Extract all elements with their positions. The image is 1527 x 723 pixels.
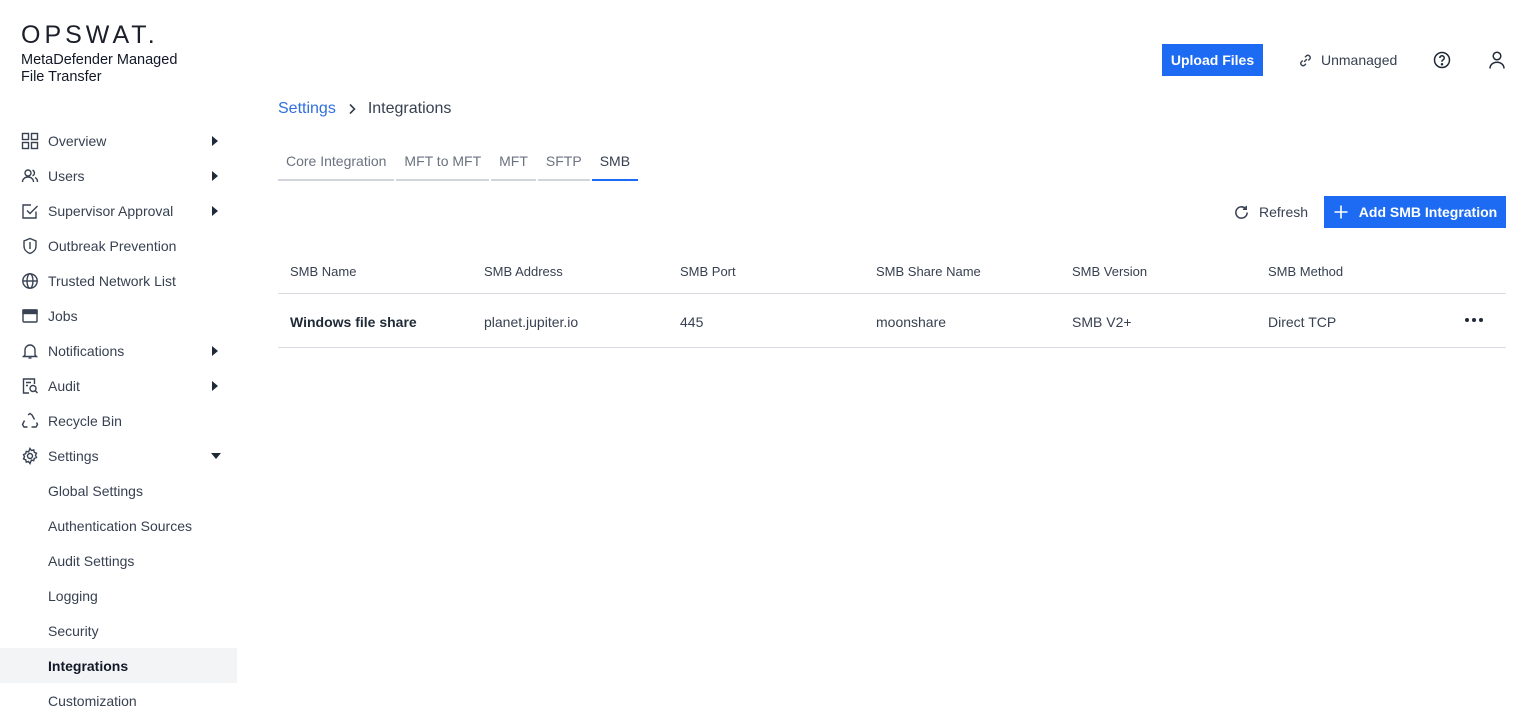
add-smb-integration-label: Add SMB Integration — [1358, 204, 1498, 220]
upload-files-button[interactable]: Upload Files — [1162, 44, 1263, 76]
sidebar-item-label: Settings — [48, 448, 99, 464]
grid-icon — [21, 132, 39, 150]
cell-smb-name: Windows file share — [290, 314, 417, 330]
sidebar-item-settings[interactable]: Settings — [0, 438, 237, 473]
product-name: MetaDefender Managed File Transfer — [21, 52, 221, 86]
cell-smb-share-name: moonshare — [876, 314, 947, 330]
audit-icon — [22, 378, 38, 394]
table-header: SMB Name SMB Address SMB Port SMB Share … — [278, 250, 1506, 294]
sidebar-item-supervisor-approval[interactable]: Supervisor Approval — [0, 193, 237, 228]
refresh-icon — [1235, 205, 1248, 219]
column-header-smb-share-name[interactable]: SMB Share Name — [876, 264, 981, 279]
sidebar-subitem-integrations[interactable]: Integrations — [0, 648, 237, 683]
add-smb-integration-button[interactable]: Add SMB Integration — [1324, 196, 1506, 228]
caret-right-icon — [212, 136, 218, 146]
plus-icon — [1334, 205, 1348, 219]
sidebar-item-label: Outbreak Prevention — [48, 238, 177, 254]
sidebar-subitem-customization[interactable]: Customization — [0, 683, 237, 718]
column-header-smb-version[interactable]: SMB Version — [1072, 264, 1147, 279]
gear-icon — [22, 447, 38, 465]
bell-icon — [21, 344, 39, 359]
tab-mft[interactable]: MFT — [491, 150, 536, 181]
unmanaged-label: Unmanaged — [1321, 52, 1398, 68]
sidebar-subitem-security[interactable]: Security — [0, 613, 237, 648]
breadcrumb: Settings Integrations — [278, 100, 451, 118]
chevron-right-icon — [349, 103, 356, 115]
breadcrumb-settings-link[interactable]: Settings — [278, 100, 336, 118]
sidebar-subitem-label: Global Settings — [48, 483, 143, 499]
sidebar-nav: Overview Users Supervisor Approval Outbr… — [0, 123, 237, 718]
tab-mft-to-mft[interactable]: MFT to MFT — [396, 150, 490, 181]
sidebar-item-jobs[interactable]: Jobs — [0, 298, 237, 333]
sidebar-item-label: Users — [48, 168, 85, 184]
cell-smb-version: SMB V2+ — [1072, 314, 1132, 330]
shield-icon — [23, 237, 37, 255]
table-row[interactable]: Windows file share planet.jupiter.io 445… — [278, 294, 1506, 348]
sidebar-subitem-label: Security — [48, 623, 99, 639]
sidebar-item-label: Jobs — [48, 308, 78, 324]
sidebar-item-audit[interactable]: Audit — [0, 368, 237, 403]
opswat-logo[interactable]: OPSWAT. — [21, 22, 159, 48]
sidebar-subitem-label: Audit Settings — [48, 553, 135, 569]
sidebar-item-label: Supervisor Approval — [48, 203, 174, 219]
sidebar-subitem-audit-settings[interactable]: Audit Settings — [0, 543, 237, 578]
sidebar-item-label: Recycle Bin — [48, 413, 122, 429]
user-icon[interactable] — [1487, 50, 1507, 70]
cell-smb-method: Direct TCP — [1268, 314, 1337, 330]
cell-smb-address: planet.jupiter.io — [484, 314, 579, 330]
caret-right-icon — [212, 346, 218, 356]
sidebar-subitem-authentication-sources[interactable]: Authentication Sources — [0, 508, 237, 543]
integration-tabs: Core Integration MFT to MFT MFT SFTP SMB — [278, 150, 640, 181]
sidebar-item-label: Audit — [48, 378, 80, 394]
smb-integrations-table: SMB Name SMB Address SMB Port SMB Share … — [278, 250, 1506, 348]
sidebar-subitem-label: Logging — [48, 588, 98, 604]
unmanaged-link[interactable]: Unmanaged — [1298, 50, 1397, 70]
sidebar-subitem-label: Integrations — [48, 658, 129, 674]
refresh-button[interactable]: Refresh — [1233, 201, 1308, 223]
sidebar-item-outbreak-prevention[interactable]: Outbreak Prevention — [0, 228, 237, 263]
sidebar-item-notifications[interactable]: Notifications — [0, 333, 237, 368]
caret-right-icon — [212, 381, 218, 391]
tab-core-integration[interactable]: Core Integration — [278, 150, 395, 181]
sidebar-item-label: Trusted Network List — [48, 273, 176, 289]
sidebar-subitem-global-settings[interactable]: Global Settings — [0, 473, 237, 508]
breadcrumb-current: Integrations — [367, 100, 452, 117]
link-icon — [1300, 54, 1311, 66]
sidebar-subitem-label: Customization — [48, 693, 137, 709]
recycle-icon — [21, 412, 39, 428]
sidebar-item-users[interactable]: Users — [0, 158, 237, 193]
caret-right-icon — [212, 206, 218, 216]
users-icon — [21, 169, 39, 183]
column-header-smb-name[interactable]: SMB Name — [290, 264, 356, 279]
column-header-smb-method[interactable]: SMB Method — [1268, 264, 1343, 279]
caret-right-icon — [212, 171, 218, 181]
column-header-smb-port[interactable]: SMB Port — [680, 264, 736, 279]
cell-smb-port: 445 — [680, 314, 704, 330]
sidebar-item-label: Notifications — [48, 343, 125, 359]
sidebar-item-recycle-bin[interactable]: Recycle Bin — [0, 403, 237, 438]
sidebar: OPSWAT. MetaDefender Managed File Transf… — [0, 0, 237, 723]
jobs-icon — [22, 309, 38, 323]
globe-icon — [22, 273, 38, 289]
more-options-icon[interactable] — [1464, 315, 1484, 325]
product-name-line2: File Transfer — [21, 69, 102, 85]
tab-sftp[interactable]: SFTP — [537, 150, 590, 181]
product-name-line1: MetaDefender Managed — [21, 52, 178, 68]
column-header-smb-address[interactable]: SMB Address — [484, 264, 563, 279]
sidebar-item-overview[interactable]: Overview — [0, 123, 237, 158]
sidebar-subitem-logging[interactable]: Logging — [0, 578, 237, 613]
approval-icon — [22, 204, 38, 219]
caret-down-icon — [211, 453, 221, 459]
sidebar-item-label: Overview — [48, 133, 107, 149]
help-icon[interactable] — [1433, 51, 1451, 69]
sidebar-subitem-label: Authentication Sources — [48, 518, 192, 534]
tab-smb[interactable]: SMB — [591, 150, 639, 181]
sidebar-item-trusted-network-list[interactable]: Trusted Network List — [0, 263, 237, 298]
refresh-label: Refresh — [1259, 204, 1309, 220]
